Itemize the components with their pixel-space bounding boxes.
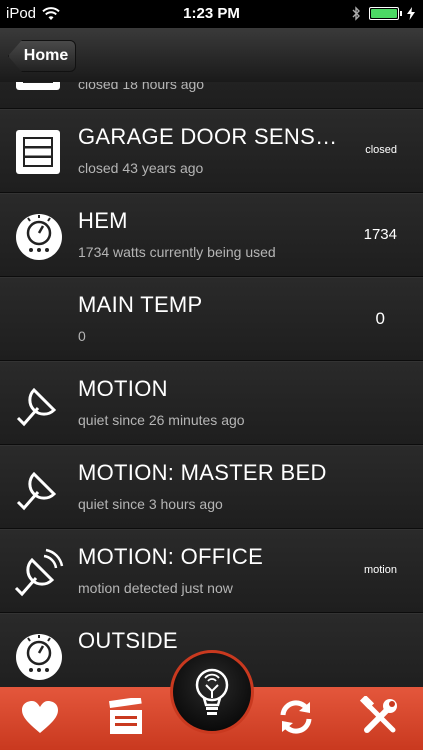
home-back-button[interactable]: Home bbox=[8, 40, 76, 72]
garage-door-icon bbox=[14, 128, 62, 176]
refresh-tab[interactable] bbox=[274, 695, 318, 739]
device-status: quiet since 3 hours ago bbox=[78, 496, 223, 512]
motion-active-icon bbox=[14, 548, 64, 597]
garage-door-icon bbox=[14, 82, 62, 92]
device-title: MAIN TEMP bbox=[78, 292, 203, 317]
heart-icon bbox=[22, 701, 58, 733]
scenes-tab[interactable] bbox=[104, 695, 148, 739]
device-status: closed 43 years ago bbox=[78, 160, 204, 176]
favorites-tab[interactable] bbox=[18, 695, 62, 739]
tools-icon bbox=[359, 696, 397, 733]
devices-tab[interactable] bbox=[170, 650, 254, 734]
device-value: motion bbox=[363, 564, 397, 576]
device-status: closed 18 hours ago bbox=[78, 82, 205, 92]
device-status: 0 bbox=[78, 328, 86, 344]
device-row[interactable]: MOTION: MASTER BED quiet since 3 hours ag… bbox=[0, 445, 423, 529]
device-row[interactable]: GARAGE DOOR SENS… closed 43 years ago clos… bbox=[0, 109, 423, 193]
battery-fill bbox=[371, 9, 397, 18]
device-row[interactable]: MOTION quiet since 26 minutes ago bbox=[0, 361, 423, 445]
battery-icon bbox=[369, 7, 402, 20]
nav-bar: Home bbox=[0, 28, 423, 83]
settings-tab[interactable] bbox=[358, 695, 402, 739]
device-value: 1734 bbox=[363, 226, 397, 243]
motion-sensor-icon bbox=[14, 464, 62, 512]
device-row[interactable]: MAIN TEMP 0 0 bbox=[0, 277, 423, 361]
device-row[interactable]: MOTION: OFFICE motion detected just now mo… bbox=[0, 529, 423, 613]
clapperboard-icon bbox=[109, 698, 142, 734]
device-title: GARAGE DOOR SENS… bbox=[78, 124, 338, 149]
refresh-icon bbox=[280, 700, 312, 734]
device-title: MOTION: OFFICE bbox=[78, 544, 264, 569]
status-right bbox=[352, 6, 415, 21]
device-row[interactable]: HEM 1734 watts currently being used 1734 bbox=[0, 193, 423, 277]
status-bar: iPod 1:23 PM bbox=[0, 0, 423, 28]
meter-icon bbox=[14, 632, 62, 680]
device-title: MOTION bbox=[78, 376, 168, 401]
meter-icon bbox=[14, 212, 62, 260]
device-row[interactable]: FREEZER DOORclosed 18 hours agoclosed bbox=[0, 82, 423, 109]
device-value: closed bbox=[365, 144, 397, 156]
device-list-inner: FREEZER DOORclosed 18 hours agoclosedGAR… bbox=[0, 82, 423, 687]
device-list[interactable]: FREEZER DOORclosed 18 hours agoclosedGAR… bbox=[0, 82, 423, 687]
bluetooth-icon bbox=[352, 6, 360, 21]
device-title: MOTION: MASTER BED bbox=[78, 460, 327, 485]
device-title: HEM bbox=[78, 208, 128, 233]
device-value: 0 bbox=[375, 309, 385, 328]
lightbulb-icon bbox=[195, 668, 229, 715]
device-status: 1734 watts currently being used bbox=[78, 244, 276, 260]
device-title: OUTSIDE bbox=[78, 628, 178, 653]
device-status: quiet since 26 minutes ago bbox=[78, 412, 245, 428]
motion-sensor-icon bbox=[14, 380, 62, 428]
device-status: motion detected just now bbox=[78, 580, 233, 596]
charging-icon bbox=[407, 7, 415, 20]
